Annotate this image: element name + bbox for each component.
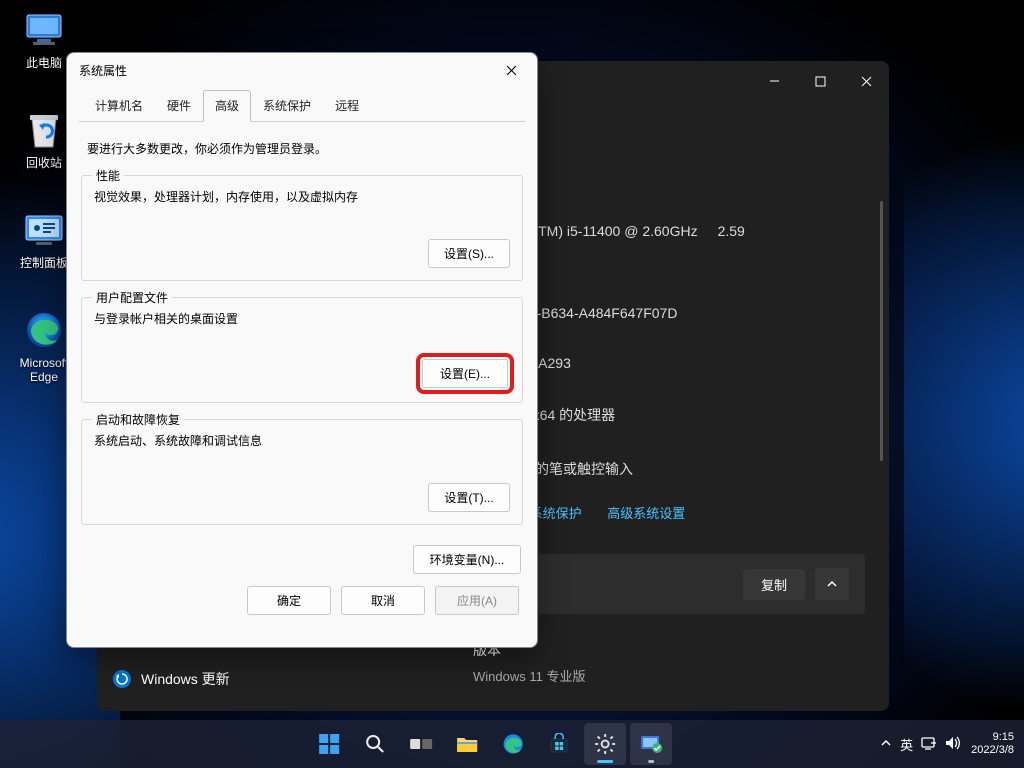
group-desc: 系统启动、系统故障和调试信息 (94, 432, 510, 449)
ok-button[interactable]: 确定 (247, 586, 331, 615)
dialog-title: 系统属性 (79, 62, 491, 79)
group-legend: 用户配置文件 (92, 289, 172, 306)
tab-advanced[interactable]: 高级 (203, 90, 251, 122)
expand-button[interactable] (815, 568, 849, 600)
ime-indicator[interactable]: 英 (900, 735, 913, 754)
taskbar-clock[interactable]: 9:15 2022/3/8 (971, 731, 1014, 757)
tab-hardware[interactable]: 硬件 (155, 90, 203, 122)
group-startup-recovery: 启动和故障恢复 系统启动、系统故障和调试信息 设置(T)... (81, 419, 523, 525)
taskbar-tray: 英 9:15 2022/3/8 (880, 731, 1024, 757)
dialog-titlebar[interactable]: 系统属性 (67, 53, 537, 87)
windows-update-label: Windows 更新 (141, 669, 230, 689)
tab-remote[interactable]: 远程 (323, 90, 371, 122)
group-performance: 性能 视觉效果，处理器计划，内存使用，以及虚拟内存 设置(S)... (81, 175, 523, 281)
clock-date: 2022/3/8 (971, 744, 1014, 757)
taskbar-explorer[interactable] (446, 723, 488, 765)
edge-icon (22, 308, 66, 352)
sync-icon (113, 670, 131, 688)
pc-icon (22, 8, 66, 52)
recycle-icon (22, 108, 66, 152)
clock-time: 9:15 (971, 731, 1014, 744)
network-icon[interactable] (921, 736, 937, 753)
taskbar: 英 9:15 2022/3/8 (0, 720, 1024, 768)
tab-strip: 计算机名 硬件 高级 系统保护 远程 (79, 89, 525, 122)
taskbar-edge[interactable] (492, 723, 534, 765)
scrollbar[interactable] (880, 201, 883, 461)
taskbar-settings[interactable] (584, 723, 626, 765)
highlight-annotation: 设置(E)... (420, 357, 510, 390)
taskbar-search[interactable] (354, 723, 396, 765)
tray-chevron-icon[interactable] (880, 737, 892, 752)
copy-button[interactable]: 复制 (743, 569, 805, 600)
tab-computer-name[interactable]: 计算机名 (83, 90, 155, 122)
volume-icon[interactable] (945, 736, 961, 753)
user-profiles-settings-button[interactable]: 设置(E)... (422, 359, 508, 388)
performance-settings-button[interactable]: 设置(S)... (428, 239, 510, 268)
task-view-button[interactable] (400, 723, 442, 765)
group-desc: 与登录帐户相关的桌面设置 (94, 310, 510, 327)
environment-variables-button[interactable]: 环境变量(N)... (413, 545, 521, 574)
cancel-button[interactable]: 取消 (341, 586, 425, 615)
group-user-profiles: 用户配置文件 与登录帐户相关的桌面设置 设置(E)... (81, 297, 523, 403)
system-properties-dialog: 系统属性 计算机名 硬件 高级 系统保护 远程 要进行大多数更改，你必须作为管理… (66, 52, 538, 648)
group-desc: 视觉效果，处理器计划，内存使用，以及虚拟内存 (94, 188, 510, 205)
link-advanced-system[interactable]: 高级系统设置 (607, 506, 685, 521)
apply-button[interactable]: 应用(A) (435, 586, 519, 615)
taskbar-store[interactable] (538, 723, 580, 765)
taskbar-running-app[interactable] (630, 723, 672, 765)
control-panel-icon (22, 208, 66, 252)
version-value: Windows 11 专业版 (473, 666, 849, 685)
start-button[interactable] (308, 723, 350, 765)
group-legend: 启动和故障恢复 (92, 411, 184, 428)
close-button[interactable] (491, 56, 531, 84)
startup-settings-button[interactable]: 设置(T)... (428, 483, 510, 512)
taskbar-center (308, 723, 672, 765)
group-legend: 性能 (92, 167, 124, 184)
admin-note: 要进行大多数更改，你必须作为管理员登录。 (79, 122, 525, 167)
tab-system-protection[interactable]: 系统保护 (251, 90, 323, 122)
windows-update-link[interactable]: Windows 更新 (113, 669, 230, 689)
